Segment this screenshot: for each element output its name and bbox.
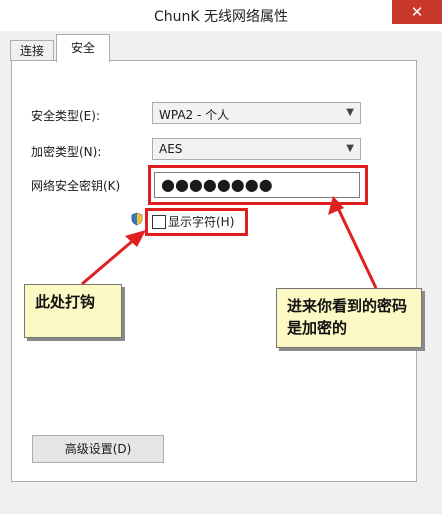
arrow-to-password <box>335 205 378 289</box>
arrow-head-password <box>328 196 344 215</box>
annotation-arrows <box>81 196 378 289</box>
arrow-to-checkbox <box>81 236 137 286</box>
